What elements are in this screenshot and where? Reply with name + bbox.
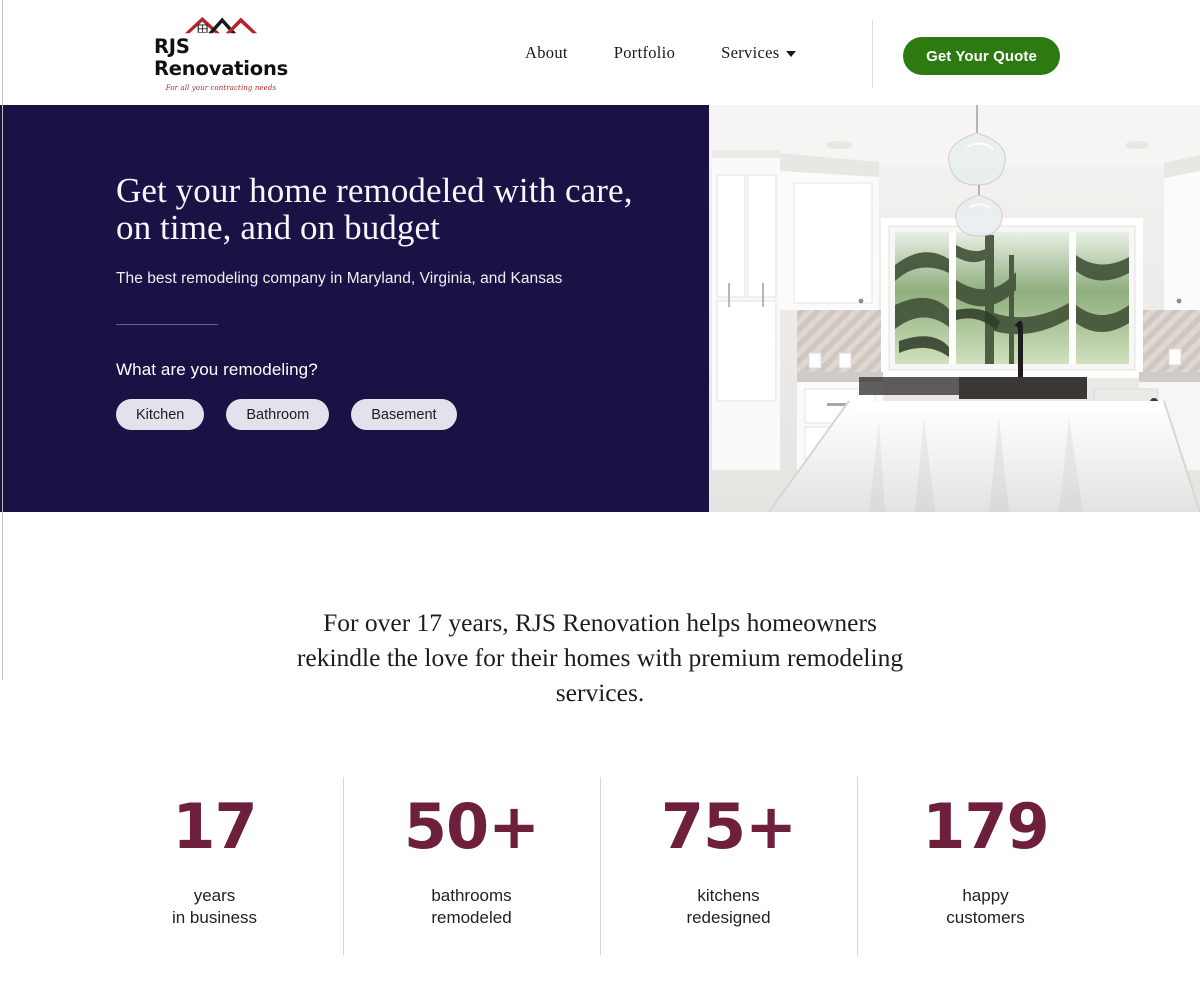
option-bathroom-button[interactable]: Bathroom <box>226 399 330 430</box>
stat-number: 50+ <box>403 790 540 863</box>
chevron-down-icon <box>786 50 797 57</box>
option-basement-button[interactable]: Basement <box>351 399 457 430</box>
stats-section: 17 years in business 50+ bathrooms remod… <box>0 777 1200 955</box>
hero-divider <box>116 324 218 325</box>
stat-item-bathrooms: 50+ bathrooms remodeled <box>343 777 600 955</box>
nav-item-portfolio-label: Portfolio <box>613 42 676 62</box>
nav-item-about-label: About <box>525 42 568 62</box>
nav-item-services[interactable]: Services <box>721 42 797 63</box>
hero-headline: Get your home remodeled with care, on ti… <box>116 171 633 247</box>
kitchen-photo <box>709 105 1200 512</box>
page-edge-line <box>2 0 3 680</box>
landing-page: RJS Renovations For all your contracting… <box>0 0 1200 989</box>
option-kitchen-button[interactable]: Kitchen <box>116 399 205 430</box>
logo-wordmark: RJS Renovations <box>153 35 289 80</box>
main-navigation: About Portfolio Services <box>525 0 797 105</box>
site-header: RJS Renovations For all your contracting… <box>0 0 1200 105</box>
hero-section: Get your home remodeled with care, on ti… <box>0 105 1200 512</box>
intro-paragraph: For over 17 years, RJS Renovation helps … <box>296 608 904 707</box>
nav-item-about[interactable]: About <box>525 43 568 63</box>
stat-number: 17 <box>172 790 257 863</box>
nav-item-services-label: Services <box>721 42 780 62</box>
stat-label: bathrooms remodeled <box>431 886 512 927</box>
hero-question-label: What are you remodeling? <box>116 360 318 379</box>
stat-item-years: 17 years in business <box>86 777 343 951</box>
hero-image <box>709 105 1200 512</box>
stat-number: 179 <box>922 790 1049 863</box>
get-quote-button[interactable]: Get Your Quote <box>903 37 1060 75</box>
intro-section: For over 17 years, RJS Renovation helps … <box>0 512 1200 710</box>
hero-content-panel: Get your home remodeled with care, on ti… <box>0 105 709 512</box>
site-logo[interactable]: RJS Renovations For all your contracting… <box>153 14 289 92</box>
header-divider <box>872 20 873 88</box>
remodel-option-group: Kitchen Bathroom Basement <box>116 399 676 430</box>
stat-item-kitchens: 75+ kitchens redesigned <box>600 777 857 955</box>
stat-number: 75+ <box>660 790 797 863</box>
stat-label: kitchens redesigned <box>686 886 771 927</box>
nav-item-portfolio[interactable]: Portfolio <box>614 43 675 63</box>
stat-label: happy customers <box>946 886 1025 927</box>
house-roof-logo-icon <box>184 16 258 34</box>
stat-item-customers: 179 happy customers <box>857 777 1114 955</box>
hero-subheadline: The best remodeling company in Maryland,… <box>116 270 563 287</box>
stat-label: years in business <box>171 886 258 927</box>
logo-tagline: For all your contracting needs <box>165 84 277 92</box>
